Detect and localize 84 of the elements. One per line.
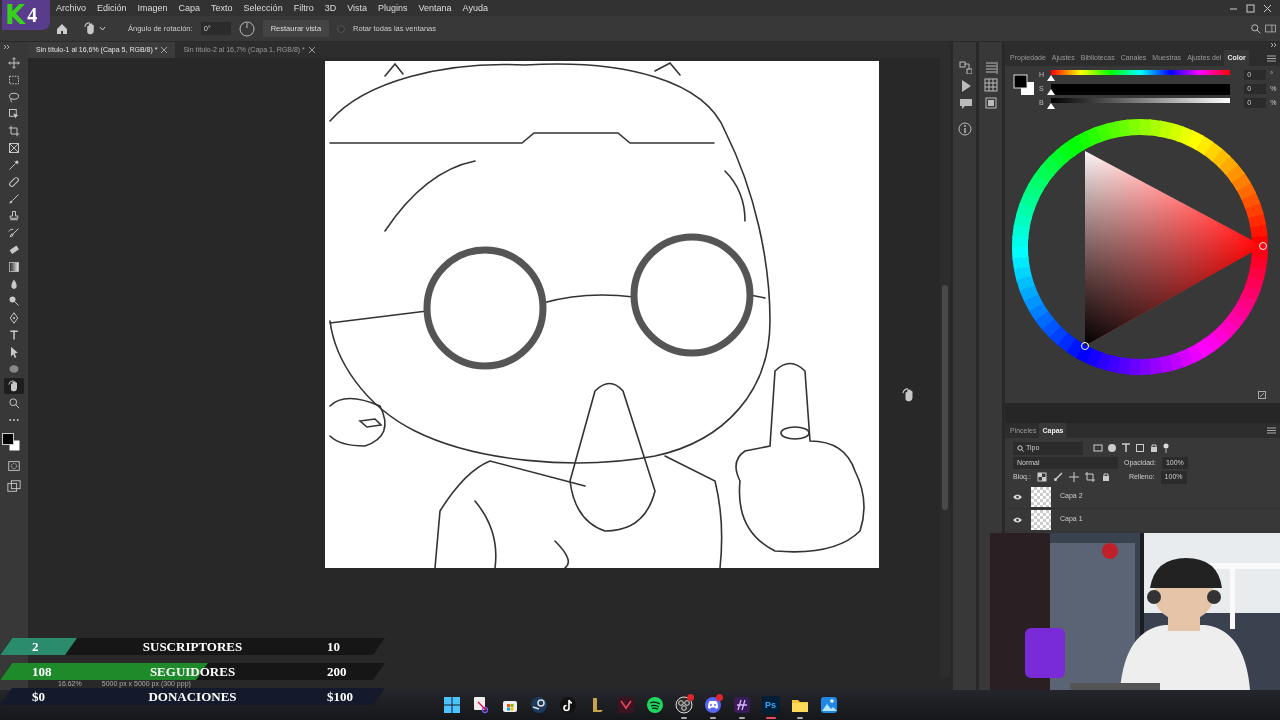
screen-mode-icon[interactable] xyxy=(7,479,21,493)
menu-item[interactable]: Edición xyxy=(97,0,127,16)
comment-icon[interactable] xyxy=(957,96,972,110)
close-icon[interactable] xyxy=(1263,3,1272,13)
adjustment-filter-icon[interactable] xyxy=(1107,443,1117,454)
scrollbar-thumb[interactable] xyxy=(942,285,948,510)
menu-item[interactable]: Capa xyxy=(178,0,201,16)
goal-target: 200 xyxy=(326,663,347,680)
maximize-icon[interactable] xyxy=(1246,3,1255,13)
menu-item[interactable]: Archivo xyxy=(56,0,86,16)
menu-item[interactable]: Vista xyxy=(347,0,367,16)
menu-icon[interactable] xyxy=(1267,427,1276,434)
menu-item[interactable]: Plugins xyxy=(378,0,408,16)
slider-thumb[interactable] xyxy=(1046,102,1055,109)
menu-item[interactable]: Selección xyxy=(243,0,283,16)
color-handle[interactable] xyxy=(1081,342,1089,350)
v-emblem-icon xyxy=(616,696,635,714)
visibility-icon[interactable] xyxy=(1013,493,1022,500)
grid-icon[interactable] xyxy=(983,78,998,92)
disc-icon xyxy=(529,696,548,714)
glyph-icon xyxy=(732,696,751,714)
search-icon xyxy=(1017,444,1024,452)
menu-item[interactable]: Filtro xyxy=(293,0,314,16)
goal-current: 108 xyxy=(31,663,53,680)
controller-icon xyxy=(703,696,722,714)
info-icon[interactable] xyxy=(957,122,972,136)
lock-icon[interactable] xyxy=(1100,472,1111,483)
menu-item[interactable]: Imagen xyxy=(137,0,168,16)
menu-item[interactable]: Ayuda xyxy=(462,0,488,16)
menu-icon[interactable] xyxy=(1267,54,1276,62)
mountain-picture-icon xyxy=(819,696,838,714)
layers-icon[interactable] xyxy=(983,96,998,110)
lock-artboard-icon[interactable] xyxy=(1084,472,1095,483)
lock-move-icon[interactable] xyxy=(1068,472,1079,483)
quick-mask-icon[interactable] xyxy=(7,459,21,473)
expand-icon[interactable] xyxy=(3,44,11,50)
lock-paint-icon[interactable] xyxy=(1052,472,1063,483)
layer-thumbnail xyxy=(1031,486,1051,507)
goal-current: 2 xyxy=(31,638,40,655)
list-icon[interactable] xyxy=(983,60,998,74)
four-squares-icon xyxy=(442,696,461,714)
rotation-dial[interactable] xyxy=(238,20,255,37)
image-filter-icon[interactable] xyxy=(1093,443,1103,454)
smart-object-filter-icon[interactable] xyxy=(1149,443,1159,454)
collapse-icon[interactable] xyxy=(1270,42,1278,48)
notification-badge xyxy=(715,694,723,701)
music-note-icon xyxy=(558,696,577,714)
hand-cursor-icon xyxy=(902,388,916,402)
goal-label: SUSCRIPTORES xyxy=(141,638,244,655)
rotate-view-icon[interactable] xyxy=(84,22,97,35)
scissors-icon xyxy=(471,696,490,714)
goal-current: $0 xyxy=(31,688,46,705)
type-filter-icon[interactable] xyxy=(1121,443,1131,454)
lock-pixels-icon[interactable] xyxy=(1036,472,1047,483)
goal-label: SEGUIDORES xyxy=(148,663,237,680)
goal-target: 10 xyxy=(326,638,340,655)
close-icon[interactable] xyxy=(161,47,168,53)
slider-track[interactable] xyxy=(1050,69,1231,81)
workspace-icon[interactable] xyxy=(1265,23,1276,34)
hue-handle[interactable] xyxy=(1259,242,1267,250)
goal-label: DONACIONES xyxy=(147,688,238,705)
goal-target: $100 xyxy=(326,688,353,705)
caret-icon[interactable] xyxy=(99,25,106,32)
logo-letter: K xyxy=(5,2,26,28)
color-swatches[interactable] xyxy=(1013,74,1035,96)
close-icon[interactable] xyxy=(308,47,315,53)
menu-item[interactable]: Ventana xyxy=(418,0,452,16)
shape-filter-icon[interactable] xyxy=(1135,443,1145,454)
rotate-all-checkbox[interactable] xyxy=(337,24,346,33)
menu-item[interactable]: 3D xyxy=(324,0,337,16)
menu-item[interactable]: Texto xyxy=(211,0,233,16)
home-icon[interactable] xyxy=(56,22,68,35)
ring-icon xyxy=(674,696,693,714)
rotate-view-icon[interactable] xyxy=(4,378,24,394)
filter-toggle-icon[interactable] xyxy=(1163,443,1169,454)
expand-icon[interactable] xyxy=(1258,391,1266,399)
sound-waves-icon xyxy=(645,696,664,714)
search-icon[interactable] xyxy=(1250,23,1261,34)
history-icon[interactable] xyxy=(957,60,972,74)
logo-number: 4 xyxy=(27,5,38,25)
notification-badge xyxy=(686,694,694,701)
layer-thumbnail xyxy=(1031,509,1051,530)
slider-track[interactable] xyxy=(1050,83,1231,95)
visibility-icon[interactable] xyxy=(1013,516,1022,523)
